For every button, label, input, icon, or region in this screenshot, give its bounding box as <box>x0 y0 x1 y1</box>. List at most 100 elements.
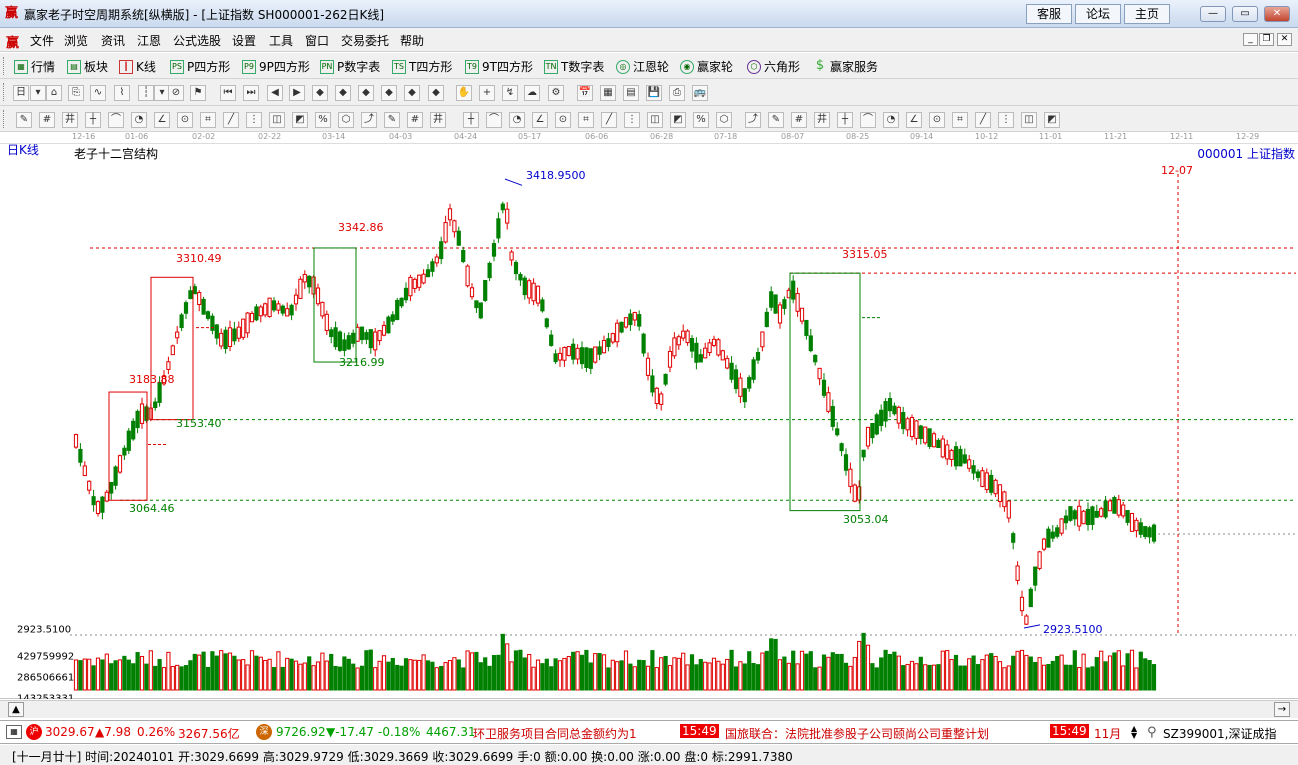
customer-service-button[interactable]: 客服 <box>1026 4 1072 24</box>
draw-tool-icon[interactable]: ⌗ <box>200 112 216 128</box>
month-selector[interactable]: 11月 <box>1094 725 1121 742</box>
draw-tool-icon[interactable]: % <box>315 112 331 128</box>
nav-tool-icon[interactable]: ◀ <box>267 85 283 101</box>
nav-tool-icon[interactable]: ◆ <box>358 85 374 101</box>
draw-tool-icon[interactable]: ◔ <box>509 112 525 128</box>
draw-tool-icon[interactable]: ╱ <box>601 112 617 128</box>
forum-button[interactable]: 论坛 <box>1075 4 1121 24</box>
mdi-minimize-icon[interactable]: _ <box>1243 33 1258 46</box>
sector-button[interactable]: ▤ 板块 <box>67 58 108 75</box>
draw-tool-icon[interactable]: ∠ <box>532 112 548 128</box>
draw-tool-icon[interactable]: ◫ <box>647 112 663 128</box>
nav-tool-icon[interactable]: ☁ <box>524 85 540 101</box>
draw-tool-icon[interactable]: ◩ <box>670 112 686 128</box>
nav-tool-icon[interactable]: ∿ <box>90 85 106 101</box>
draw-tool-icon[interactable]: ⊙ <box>555 112 571 128</box>
nav-tool-icon[interactable]: ▾ <box>30 85 46 101</box>
nav-tool-icon[interactable]: ⚑ <box>190 85 206 101</box>
t-square-button[interactable]: TS T四方形 <box>392 58 452 75</box>
spin-arrows-icon[interactable]: ▲ ▼ <box>1131 725 1137 740</box>
draw-tool-icon[interactable]: ⬡ <box>338 112 354 128</box>
nav-tool-icon[interactable]: ▤ <box>623 85 639 101</box>
nav-tool-icon[interactable]: ⊘ <box>168 85 184 101</box>
maximize-icon[interactable]: ▭ <box>1232 6 1258 22</box>
nav-tool-icon[interactable]: ⎘ <box>68 85 84 101</box>
close-icon[interactable]: ✕ <box>1264 6 1290 22</box>
nav-tool-icon[interactable]: ◆ <box>428 85 444 101</box>
draw-tool-icon[interactable]: ∠ <box>154 112 170 128</box>
menu-help[interactable]: 帮助 <box>400 32 424 49</box>
nav-tool-icon[interactable]: ⌇ <box>114 85 130 101</box>
nav-tool-icon[interactable]: ⏭ <box>243 85 259 101</box>
draw-tool-icon[interactable]: ⤴ <box>745 112 761 128</box>
nav-tool-icon[interactable]: ⏮ <box>220 85 236 101</box>
draw-tool-icon[interactable]: 井 <box>430 112 446 128</box>
scroll-up-icon[interactable]: ▲ <box>8 702 24 717</box>
nav-tool-icon[interactable]: 日 <box>13 85 29 101</box>
minimize-icon[interactable]: — <box>1200 6 1226 22</box>
nav-tool-icon[interactable]: + <box>479 85 495 101</box>
draw-tool-icon[interactable]: 井 <box>62 112 78 128</box>
menu-browse[interactable]: 浏览 <box>64 32 88 49</box>
draw-tool-icon[interactable]: ⌗ <box>952 112 968 128</box>
draw-tool-icon[interactable]: ⌒ <box>108 112 124 128</box>
p-number-button[interactable]: PN P数字表 <box>320 58 380 75</box>
draw-tool-icon[interactable]: % <box>693 112 709 128</box>
draw-tool-icon[interactable]: # <box>407 112 423 128</box>
draw-tool-icon[interactable]: # <box>39 112 55 128</box>
draw-tool-icon[interactable]: ⌒ <box>486 112 502 128</box>
draw-tool-icon[interactable]: ⌗ <box>578 112 594 128</box>
draw-tool-icon[interactable]: ⌒ <box>860 112 876 128</box>
menu-window[interactable]: 窗口 <box>305 32 329 49</box>
mdi-close-icon[interactable]: ✕ <box>1277 33 1292 46</box>
draw-tool-icon[interactable]: ✎ <box>16 112 32 128</box>
draw-tool-icon[interactable]: ⋮ <box>998 112 1014 128</box>
nav-tool-icon[interactable]: 🚌 <box>692 85 708 101</box>
draw-tool-icon[interactable]: ⋮ <box>624 112 640 128</box>
nav-tool-icon[interactable]: ┆ <box>138 85 154 101</box>
9t-square-button[interactable]: T9 9T四方形 <box>465 58 533 75</box>
t-number-button[interactable]: TN T数字表 <box>544 58 604 75</box>
news-headline-1[interactable]: 环卫服务项目合同总金额约为1 <box>473 725 679 742</box>
draw-tool-icon[interactable]: # <box>791 112 807 128</box>
menu-trade[interactable]: 交易委托 <box>341 32 389 49</box>
nav-tool-icon[interactable]: ◆ <box>335 85 351 101</box>
draw-tool-icon[interactable]: 井 <box>814 112 830 128</box>
draw-tool-icon[interactable]: ⬡ <box>716 112 732 128</box>
index-selector[interactable]: SZ399001,深证成指 <box>1163 725 1276 742</box>
winner-wheel-button[interactable]: ◉ 赢家轮 <box>680 58 733 75</box>
nav-tool-icon[interactable]: ▦ <box>600 85 616 101</box>
nav-tool-icon[interactable]: ◆ <box>404 85 420 101</box>
draw-tool-icon[interactable]: ◔ <box>131 112 147 128</box>
9p-square-button[interactable]: P9 9P四方形 <box>242 58 310 75</box>
draw-tool-icon[interactable]: ⤴ <box>361 112 377 128</box>
home-button[interactable]: 主页 <box>1124 4 1170 24</box>
draw-tool-icon[interactable]: ◩ <box>292 112 308 128</box>
draw-tool-icon[interactable]: ◩ <box>1044 112 1060 128</box>
draw-tool-icon[interactable]: ◫ <box>1021 112 1037 128</box>
nav-tool-icon[interactable]: ◆ <box>312 85 328 101</box>
nav-tool-icon[interactable]: ⚙ <box>548 85 564 101</box>
draw-tool-icon[interactable]: ⊙ <box>177 112 193 128</box>
chart-scrollbar[interactable]: ▲ → <box>0 700 1298 718</box>
draw-tool-icon[interactable]: ┼ <box>837 112 853 128</box>
calculator-icon[interactable]: ▦ <box>6 725 22 739</box>
nav-tool-icon[interactable]: ◆ <box>381 85 397 101</box>
nav-tool-icon[interactable]: ⌂ <box>46 85 62 101</box>
draw-tool-icon[interactable]: ⊙ <box>929 112 945 128</box>
nav-tool-icon[interactable]: ▶ <box>289 85 305 101</box>
menu-formula[interactable]: 公式选股 <box>173 32 221 49</box>
menu-settings[interactable]: 设置 <box>232 32 256 49</box>
mdi-restore-icon[interactable]: ❐ <box>1259 33 1274 46</box>
menu-file[interactable]: 文件 <box>30 32 54 49</box>
gann-wheel-button[interactable]: ◎ 江恩轮 <box>616 58 669 75</box>
nav-tool-icon[interactable]: 💾 <box>646 85 662 101</box>
nav-tool-icon[interactable]: ⎙ <box>669 85 685 101</box>
hexagon-button[interactable]: ⬡ 六角形 <box>747 58 800 75</box>
nav-tool-icon[interactable]: ✋ <box>456 85 472 101</box>
draw-tool-icon[interactable]: ╱ <box>223 112 239 128</box>
draw-tool-icon[interactable]: ✎ <box>384 112 400 128</box>
scroll-right-icon[interactable]: → <box>1274 702 1290 717</box>
p-square-button[interactable]: PS P四方形 <box>170 58 230 75</box>
draw-tool-icon[interactable]: ⋮ <box>246 112 262 128</box>
